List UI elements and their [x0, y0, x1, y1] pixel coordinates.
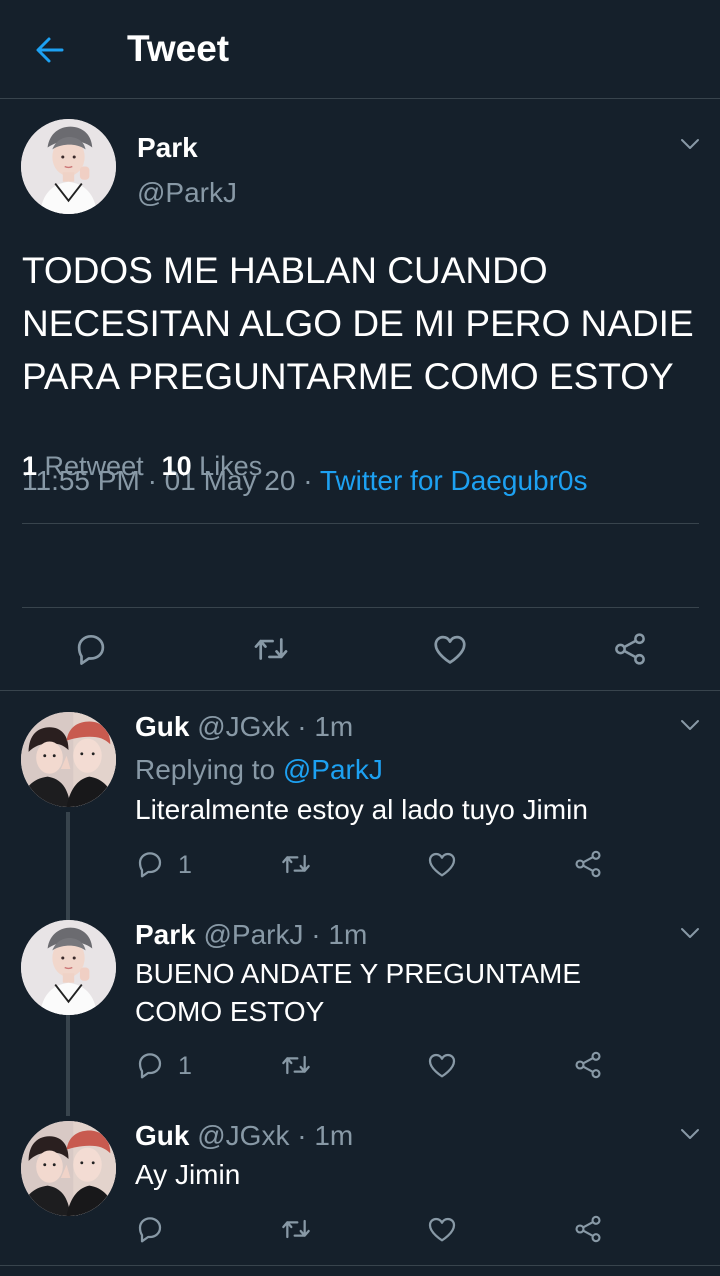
reply-icon[interactable]	[72, 630, 110, 668]
meta-separator: ·	[303, 465, 313, 496]
retweet-icon[interactable]	[252, 630, 290, 668]
reply-time: · 1m	[311, 919, 368, 950]
reply-text: Literalmente estoy al lado tuyo Jimin	[135, 794, 588, 825]
reply-text: BUENO ANDATE Y PREGUNTAME COMO ESTOY	[135, 958, 582, 1027]
reply-icon[interactable]	[134, 1049, 166, 1081]
avatar[interactable]	[21, 920, 116, 1015]
replying-prefix: Replying to	[135, 754, 276, 785]
like-icon[interactable]	[431, 630, 469, 668]
reply-header: Guk @JGxk · 1m	[135, 1120, 353, 1152]
like-icon[interactable]	[426, 1049, 458, 1081]
reply-header: Guk @JGxk · 1m	[135, 711, 353, 743]
chevron-down-icon[interactable]	[678, 132, 702, 156]
reply-count: 1	[178, 851, 192, 879]
like-icon[interactable]	[426, 1213, 458, 1245]
divider	[22, 607, 699, 608]
reply-header: Park @ParkJ · 1m	[135, 919, 367, 951]
author-name[interactable]: Guk	[135, 1120, 189, 1151]
retweet-count: 1	[22, 451, 38, 481]
author-name[interactable]: Park	[135, 919, 196, 950]
reply-icon[interactable]	[134, 1213, 166, 1245]
divider	[0, 1265, 720, 1266]
reply-count: 1	[178, 1052, 192, 1080]
likes-stat[interactable]: 10 Likes	[162, 451, 263, 481]
reply-icon[interactable]	[134, 848, 166, 880]
app-header: Tweet	[0, 0, 720, 99]
share-icon[interactable]	[572, 1213, 604, 1245]
retweet-icon[interactable]	[280, 1213, 312, 1245]
author-handle[interactable]: @ParkJ	[137, 177, 237, 209]
like-icon[interactable]	[426, 848, 458, 880]
like-count: 10	[161, 451, 192, 481]
reply-text: Ay Jimin	[135, 1159, 241, 1190]
chevron-down-icon[interactable]	[678, 713, 702, 737]
page-title: Tweet	[127, 28, 230, 69]
author-handle[interactable]: @JGxk	[197, 1120, 289, 1151]
retweet-stat[interactable]: 1 Retweet	[22, 451, 144, 481]
tweet-text: TODOS ME HABLAN CUANDO NECESITAN ALGO DE…	[22, 250, 694, 397]
tweet-source-link[interactable]: Twitter for Daegubr0s	[320, 465, 588, 496]
retweet-icon[interactable]	[280, 848, 312, 880]
retweet-icon[interactable]	[280, 1049, 312, 1081]
replying-to-link[interactable]: @ParkJ	[283, 754, 383, 785]
author-name[interactable]: Park	[137, 132, 198, 164]
share-icon[interactable]	[572, 848, 604, 880]
avatar[interactable]	[21, 119, 116, 214]
reply-time: · 1m	[297, 1120, 354, 1151]
reply-time: · 1m	[297, 711, 354, 742]
share-icon[interactable]	[572, 1049, 604, 1081]
divider	[0, 690, 720, 691]
author-handle[interactable]: @ParkJ	[204, 919, 304, 950]
author-name[interactable]: Guk	[135, 711, 189, 742]
avatar[interactable]	[21, 712, 116, 807]
avatar[interactable]	[21, 1121, 116, 1216]
divider	[22, 523, 699, 524]
replying-to: Replying to @ParkJ	[135, 754, 383, 786]
chevron-down-icon[interactable]	[678, 1122, 702, 1146]
back-arrow-icon[interactable]	[30, 30, 70, 70]
share-icon[interactable]	[611, 630, 649, 668]
author-handle[interactable]: @JGxk	[197, 711, 289, 742]
retweet-label: Retweet	[44, 451, 144, 481]
likes-label: Likes	[199, 451, 263, 481]
chevron-down-icon[interactable]	[678, 921, 702, 945]
tweet-stats: 1 Retweet 10 Likes	[22, 451, 262, 482]
